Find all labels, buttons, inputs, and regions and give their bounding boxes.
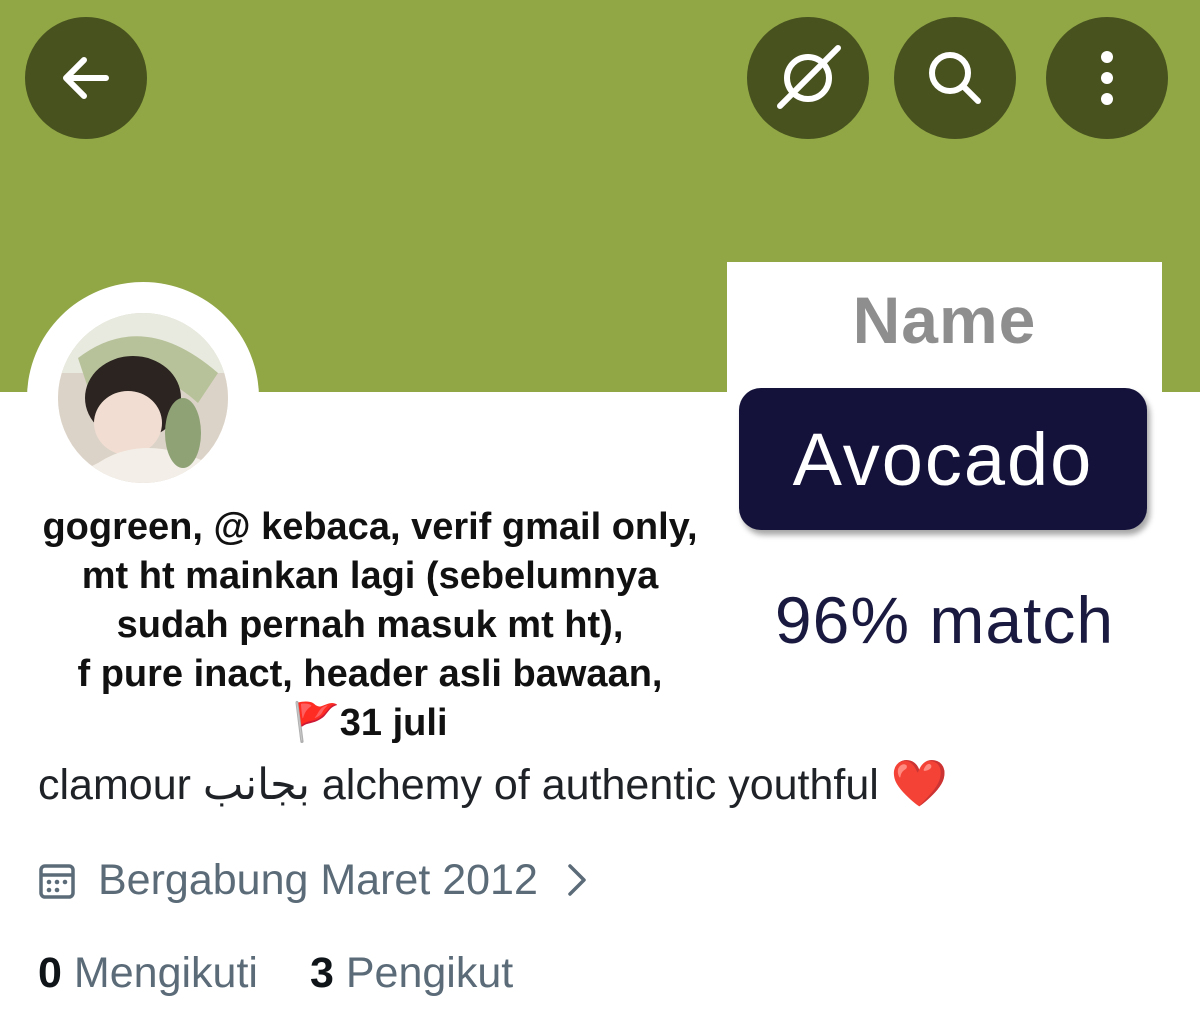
arrow-left-icon	[63, 57, 109, 99]
caption-line: gogreen, @ kebaca, verif gmail only,	[42, 506, 698, 548]
bio-text: clamour بجانب alchemy of authentic youth…	[38, 761, 879, 809]
following-label[interactable]: Mengikuti	[74, 949, 258, 998]
followers-count[interactable]: 3	[310, 949, 334, 998]
name-match-card: Name Avocado 96% match	[727, 262, 1162, 690]
followers-label[interactable]: Pengikut	[346, 949, 513, 998]
caption-line: mt ht mainkan lagi (sebelumnya	[81, 555, 659, 597]
profile-bio: clamour بجانب alchemy of authentic youth…	[38, 756, 948, 811]
join-date-row[interactable]: Bergabung Maret 2012	[38, 852, 588, 908]
back-button[interactable]	[25, 17, 147, 139]
grok-icon	[777, 45, 841, 109]
more-vertical-icon	[1101, 51, 1113, 105]
join-date-text: Bergabung Maret 2012	[98, 855, 538, 904]
match-percentage: 96% match	[774, 583, 1115, 657]
calendar-icon	[39, 864, 75, 899]
name-result-text: Avocado	[792, 417, 1094, 501]
search-button[interactable]	[894, 17, 1016, 139]
grok-button[interactable]	[747, 17, 869, 139]
red-flag-icon: 🚩	[292, 702, 340, 744]
caption-line: 🚩31 juli	[20, 699, 720, 748]
search-icon	[929, 52, 981, 104]
more-options-button[interactable]	[1046, 17, 1168, 139]
follow-stats: 0 Mengikuti 3 Pengikut	[38, 945, 513, 1001]
caption-line: sudah pernah masuk mt ht),	[116, 604, 624, 646]
following-count[interactable]: 0	[38, 949, 62, 998]
name-label: Name	[852, 283, 1037, 357]
sale-caption: gogreen, @ kebaca, verif gmail only, mt …	[20, 503, 720, 748]
caption-date: 31 juli	[339, 702, 448, 744]
name-result-badge: Avocado	[739, 388, 1147, 530]
avatar[interactable]	[58, 313, 228, 483]
caption-line: f pure inact, header asli bawaan,	[77, 653, 663, 695]
heart-emoji: ❤️	[890, 757, 949, 809]
chevron-right-icon	[568, 864, 586, 896]
